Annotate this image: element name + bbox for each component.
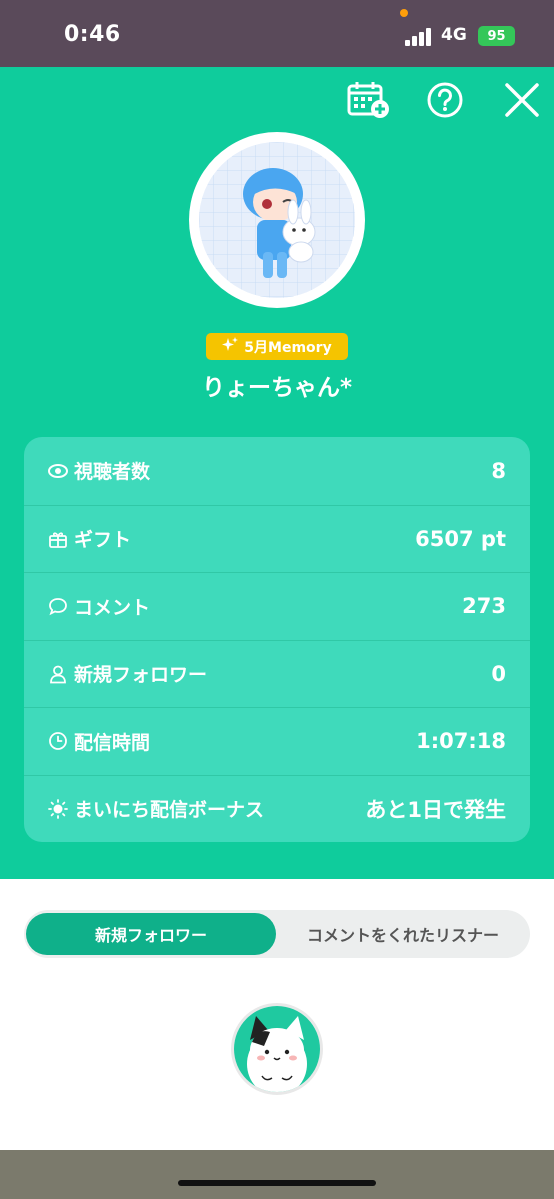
eye-icon — [48, 461, 68, 481]
status-time: 0:46 — [64, 22, 121, 47]
stat-row-daily-bonus: まいにち配信ボーナス あと1日で発生 — [24, 774, 530, 843]
home-indicator — [178, 1180, 376, 1186]
badge-label: 5月Memory — [244, 339, 332, 356]
tab-new-followers[interactable]: 新規フォロワー — [26, 913, 276, 955]
stat-row-gifts: ギフト 6507 pt — [24, 504, 530, 573]
background-strip — [0, 1150, 554, 1199]
stat-label: コメント — [74, 596, 151, 619]
stat-label: 視聴者数 — [74, 461, 151, 484]
listener-tabs: 新規フォロワー コメントをくれたリスナー — [24, 910, 530, 958]
network-type: 4G — [441, 25, 467, 45]
sun-icon — [48, 798, 68, 819]
comment-icon — [48, 596, 68, 616]
stat-value: 0 — [491, 661, 506, 686]
stat-row-viewers: 視聴者数 8 — [24, 437, 530, 505]
gift-icon — [48, 529, 68, 549]
stat-row-new-followers: 新規フォロワー 0 — [24, 639, 530, 708]
signal-icon — [405, 28, 435, 46]
stream-stats-card: 視聴者数 8 ギフト 6507 pt コメント 273 新規フォロワー 0 配信… — [24, 437, 530, 842]
stat-label: まいにち配信ボーナス — [74, 799, 265, 822]
stat-label: 新規フォロワー — [74, 664, 208, 687]
streamer-avatar[interactable] — [189, 132, 365, 308]
stat-label: ギフト — [74, 529, 132, 552]
follower-avatar[interactable] — [231, 1003, 323, 1095]
clock-icon — [48, 731, 68, 751]
help-icon[interactable] — [425, 80, 465, 120]
stat-value: あと1日で発生 — [365, 797, 506, 822]
person-icon — [48, 664, 68, 684]
tab-commenting-listeners[interactable]: コメントをくれたリスナー — [276, 910, 530, 958]
battery-icon: 95 — [478, 26, 515, 46]
stat-label: 配信時間 — [74, 731, 151, 754]
monthly-memory-badge[interactable]: 5月Memory — [206, 333, 348, 360]
calendar-add-icon[interactable] — [346, 80, 390, 120]
status-bar: 0:46 4G 95 — [0, 0, 554, 67]
sparkle-icon — [222, 336, 239, 357]
close-icon[interactable] — [502, 80, 542, 120]
stat-row-stream-time: 配信時間 1:07:18 — [24, 707, 530, 775]
stat-value: 273 — [462, 594, 506, 619]
privacy-indicator-icon — [400, 9, 408, 17]
streamer-name: りょーちゃん* — [201, 375, 353, 401]
stat-row-comments: コメント 273 — [24, 572, 530, 640]
battery-level: 95 — [487, 28, 506, 44]
stat-value: 1:07:18 — [416, 729, 506, 754]
avatar-illustration — [199, 142, 355, 298]
stat-value: 8 — [491, 458, 506, 483]
stat-value: 6507 pt — [415, 526, 506, 551]
